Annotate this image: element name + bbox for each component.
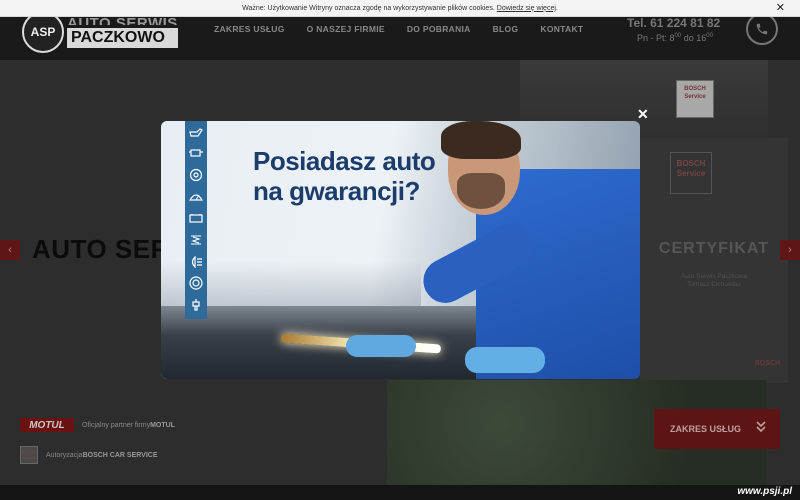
headlight-icon	[188, 254, 204, 269]
chevron-down-icon	[756, 421, 766, 436]
phone-call-button[interactable]	[746, 13, 778, 45]
footer-strip	[0, 485, 800, 500]
logo-line2: PACZKOWO	[67, 27, 178, 48]
promo-modal: Posiadasz auto na gwarancji?	[161, 121, 640, 379]
oil-can-icon	[188, 124, 204, 139]
partner-motul: MOTUL Oficjalny partner firmy MOTUL	[20, 418, 175, 432]
cookie-text: Ważne: Użytkowanie Witryny oznacza zgodę…	[242, 4, 495, 12]
logo-badge: ASP	[22, 11, 64, 53]
brake-disc-icon	[188, 167, 204, 182]
modal-headline-line2: na gwarancji?	[253, 176, 420, 206]
spark-plug-icon	[188, 297, 204, 312]
cookie-link-suffix: .	[555, 4, 558, 12]
nav-item-services[interactable]: ZAKRES USŁUG	[214, 24, 285, 34]
suspension-icon	[188, 232, 204, 247]
certificate-names: Auto Serwis Paczkowa Tomasz Cichowlas	[640, 273, 788, 289]
logo-line1: AUTO SERWIS	[67, 17, 178, 25]
phone-number[interactable]: Tel. 61 224 81 82	[627, 16, 720, 30]
tire-icon	[188, 276, 204, 291]
bosch-logo: BOSCH Service	[20, 446, 38, 464]
phone-icon	[756, 23, 768, 35]
hours-prefix: Pn - Pt: 8	[637, 33, 675, 43]
nav-item-downloads[interactable]: DO POBRANIA	[407, 24, 471, 34]
site-header: ASP AUTO SERWIS PACZKOWO ZAKRES USŁUG O …	[0, 11, 800, 60]
modal-close-button[interactable]: ✕	[637, 106, 649, 123]
service-icon-strip	[185, 121, 207, 319]
hours-close-min: 00	[706, 33, 713, 39]
partner-bosch-prefix: Autoryzacja	[46, 451, 83, 459]
certificate-name1: Auto Serwis Paczkowa	[680, 273, 748, 280]
nav-item-about[interactable]: O NASZEJ FIRMIE	[307, 24, 385, 34]
slider-next-button[interactable]: ›	[780, 240, 800, 260]
mechanic-glove-left	[346, 335, 416, 357]
windshield-icon	[188, 189, 204, 204]
certificate-badge: BOSCH Service	[670, 152, 712, 194]
main-nav: ZAKRES USŁUG O NASZEJ FIRMIE DO POBRANIA…	[214, 24, 605, 34]
site-logo[interactable]: ASP AUTO SERWIS PACZKOWO	[22, 11, 178, 53]
cookie-bar: Ważne: Użytkowanie Witryny oznacza zgodę…	[0, 0, 800, 17]
bosch-service-sign: BOSCH Service	[676, 80, 714, 118]
engine-icon	[188, 146, 204, 161]
opening-hours: Pn - Pt: 800 do 1600	[637, 33, 713, 43]
modal-headline-line1: Posiadasz auto	[253, 146, 436, 176]
partner-motul-name: MOTUL	[150, 421, 175, 429]
watermark: www.psji.pl	[737, 486, 792, 497]
mechanic-glove-right	[465, 347, 545, 373]
motul-logo: MOTUL	[20, 418, 74, 432]
cookie-close-button[interactable]: ✕	[776, 1, 785, 14]
partner-bosch-name: BOSCH CAR SERVICE	[82, 451, 158, 459]
certificate-title: CERTYFIKAT	[658, 240, 770, 257]
services-scope-button[interactable]: ZAKRES USŁUG	[654, 409, 780, 449]
services-scope-label: ZAKRES USŁUG	[670, 424, 742, 434]
mechanic-hair	[441, 121, 521, 159]
partner-bosch: BOSCH Service Autoryzacja BOSCH CAR SERV…	[20, 446, 158, 464]
hours-mid: do 16	[681, 33, 707, 43]
certificate-image: BOSCH Service CERTYFIKAT Auto Serwis Pac…	[640, 138, 788, 383]
certificate-brand: BOSCH	[754, 360, 780, 367]
mechanic-beard	[457, 173, 505, 209]
slider-prev-button[interactable]: ‹	[0, 240, 20, 260]
cookie-more-link[interactable]: Dowiedz się więcej	[497, 5, 556, 12]
battery-icon	[188, 211, 204, 226]
nav-item-blog[interactable]: BLOG	[493, 24, 519, 34]
nav-item-contact[interactable]: KONTAKT	[540, 24, 583, 34]
certificate-name2: Tomasz Cichowlas	[687, 281, 741, 288]
partner-motul-prefix: Oficjalny partner firmy	[82, 421, 151, 429]
hero-title: AUTO SER	[32, 234, 170, 264]
modal-headline: Posiadasz auto na gwarancji?	[253, 146, 436, 206]
